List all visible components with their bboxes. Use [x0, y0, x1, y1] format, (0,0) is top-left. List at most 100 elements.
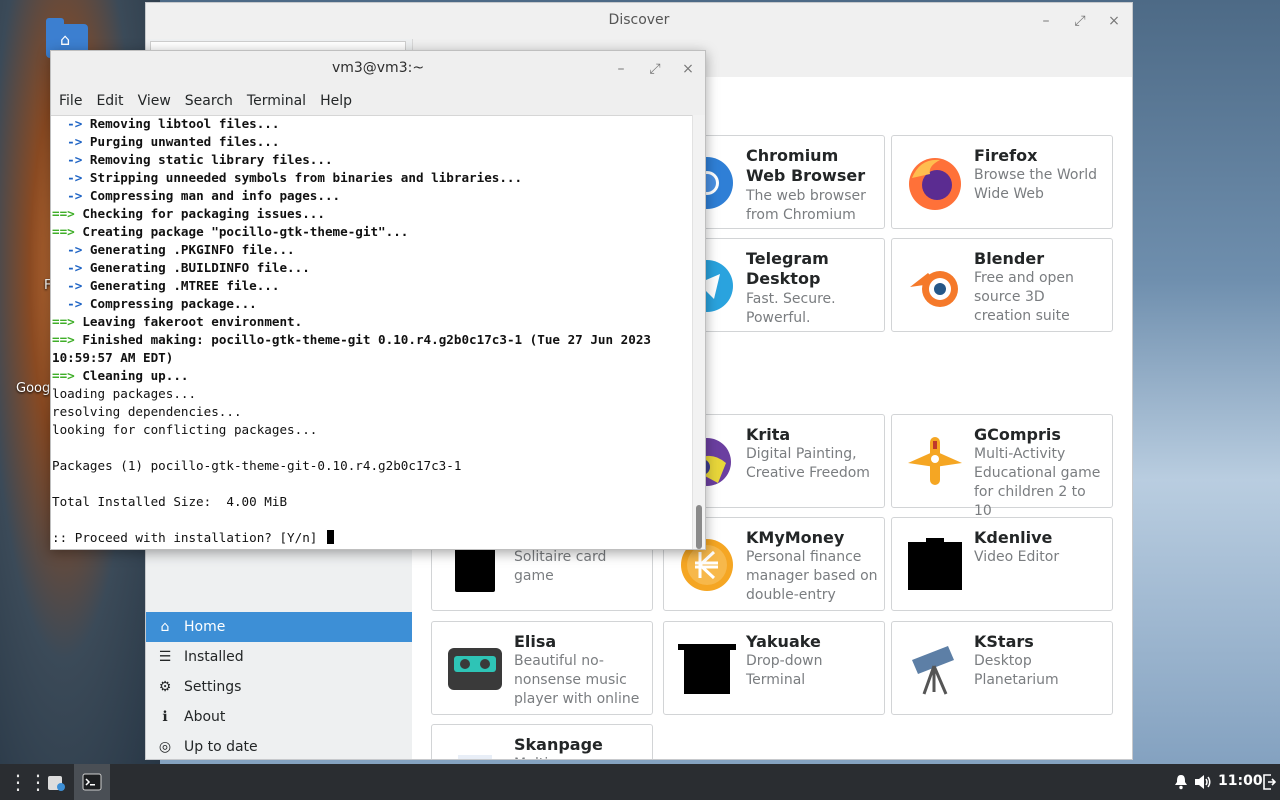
terminal-text: 10:59:57 AM EDT) [52, 350, 174, 365]
terminal-prefix: -> [52, 278, 90, 293]
sidebar-item-up-to-date[interactable]: ◎ Up to date [146, 732, 412, 759]
terminal-text: Leaving fakeroot environment. [82, 314, 303, 329]
terminal-prefix: -> [52, 188, 90, 203]
terminal-titlebar[interactable]: vm3@vm3:~ – ⤢ × [51, 51, 705, 87]
elisa-icon [446, 640, 504, 698]
discover-task-icon[interactable] [38, 764, 74, 800]
skanpage-icon [446, 743, 504, 759]
terminal-prefix: -> [52, 134, 90, 149]
menu-edit[interactable]: Edit [96, 93, 123, 109]
terminal-prefix: -> [52, 152, 90, 167]
app-card-elisa[interactable]: Elisa Beautiful no-nonsense music player … [431, 621, 653, 715]
terminal-prefix: -> [52, 242, 90, 257]
yakuake-icon [678, 640, 736, 698]
terminal-text: Generating .MTREE file... [89, 278, 280, 293]
app-grid-icon[interactable]: ⋮⋮⋮ [0, 764, 48, 800]
terminal-line: ==> Leaving fakeroot environment. [51, 313, 693, 331]
maximize-button[interactable]: ⤢ [1070, 11, 1090, 31]
terminal-text: Purging unwanted files... [89, 134, 280, 149]
app-name: Elisa [514, 632, 557, 651]
app-name: KMyMoney [746, 528, 845, 547]
menu-help[interactable]: Help [320, 93, 352, 109]
close-button[interactable]: × [678, 59, 698, 79]
terminal-menubar: File Edit View Search Terminal Help [51, 87, 705, 116]
terminal-line: -> Compressing man and info pages... [51, 187, 693, 205]
maximize-button[interactable]: ⤢ [645, 59, 665, 79]
text-cursor [326, 530, 334, 544]
terminal-task-icon[interactable] [74, 764, 110, 800]
menu-view[interactable]: View [138, 93, 171, 109]
terminal-line: ==> Checking for packaging issues... [51, 205, 693, 223]
terminal-line: loading packages... [51, 385, 693, 403]
terminal-line: ==> Finished making: pocillo-gtk-theme-g… [51, 331, 693, 349]
app-card-blender[interactable]: Blender Free and open source 3D creation … [891, 238, 1113, 332]
menu-search[interactable]: Search [185, 93, 233, 109]
terminal-prefix: ==> [52, 332, 83, 347]
gcompris-icon [906, 433, 964, 491]
app-description: The web browser from Chromium [746, 188, 866, 223]
bell-icon[interactable] [1170, 764, 1192, 800]
app-card-kstars[interactable]: KStars Desktop Planetarium [891, 621, 1113, 715]
close-button[interactable]: × [1104, 11, 1124, 31]
app-card-gcompris[interactable]: GCompris Multi-Activity Educational game … [891, 414, 1113, 519]
sidebar-item-home[interactable]: ⌂ Home [146, 612, 412, 642]
minimize-button[interactable]: – [611, 59, 631, 79]
app-name: Blender [974, 249, 1045, 268]
clock[interactable]: 11:00 [1218, 773, 1263, 789]
sidebar-item-installed[interactable]: ☰ Installed [146, 642, 412, 672]
taskbar: ⋮⋮⋮ 11:00 [0, 764, 1280, 800]
sidebar-item-label: Home [184, 619, 226, 635]
terminal-output[interactable]: -> Removing libtool files... -> Purging … [51, 115, 693, 549]
gear-icon: ⚙ [158, 679, 172, 695]
terminal-line: 10:59:57 AM EDT) [51, 349, 693, 367]
terminal-prefix: ==> [52, 368, 83, 383]
app-description: Drop-down Terminal [746, 653, 823, 688]
logout-icon[interactable] [1258, 764, 1280, 800]
terminal-text: Generating .PKGINFO file... [89, 242, 295, 257]
app-description: Browse the World Wide Web [974, 167, 1097, 202]
terminal-line: -> Purging unwanted files... [51, 133, 693, 151]
terminal-text: Removing libtool files... [89, 116, 280, 131]
terminal-prefix: ==> [52, 224, 83, 239]
terminal-text: Compressing package... [89, 296, 257, 311]
terminal-window: vm3@vm3:~ – ⤢ × File Edit View Search Te… [50, 50, 706, 550]
desktop-label[interactable]: Goog [16, 381, 50, 396]
terminal-prefix: -> [52, 170, 90, 185]
app-card-skanpage[interactable]: SkanpageMulti... [431, 724, 653, 759]
app-description: Digital Painting, Creative Freedom [746, 446, 870, 481]
terminal-line: Total Installed Size: 4.00 MiB [51, 493, 693, 511]
firefox-icon [906, 154, 964, 212]
terminal-prefix: -> [52, 116, 90, 131]
app-description: Free and open source 3D creation suite [974, 270, 1074, 324]
sidebar-item-label: Settings [184, 679, 242, 695]
terminal-scrollbar[interactable] [692, 115, 705, 549]
sidebar-item-about[interactable]: ℹ About [146, 702, 412, 732]
app-card-kdenlive[interactable]: Kdenlive Video Editor [891, 517, 1113, 611]
minimize-button[interactable]: – [1036, 11, 1056, 31]
scrollbar-thumb[interactable] [696, 505, 702, 549]
terminal-line: -> Generating .BUILDINFO file... [51, 259, 693, 277]
terminal-line: :: Proceed with installation? [Y/n] [51, 529, 693, 547]
menu-terminal[interactable]: Terminal [247, 93, 306, 109]
terminal-line: looking for conflicting packages... [51, 421, 693, 439]
sidebar-item-label: Installed [184, 649, 244, 665]
app-card-firefox[interactable]: Firefox Browse the World Wide Web [891, 135, 1113, 229]
home-icon: ⌂ [160, 619, 170, 635]
volume-icon[interactable] [1192, 764, 1214, 800]
terminal-text: Finished making: pocillo-gtk-theme-git 0… [82, 332, 651, 347]
sidebar-item-label: About [184, 709, 226, 725]
app-name: KStars [974, 632, 1034, 651]
discover-titlebar[interactable]: Discover – ⤢ × [146, 3, 1132, 40]
update-icon: ◎ [158, 739, 172, 755]
terminal-line: ==> Cleaning up... [51, 367, 693, 385]
app-card-yakuake[interactable]: Yakuake Drop-down Terminal [663, 621, 885, 715]
app-description: Personal finance manager based on double… [746, 549, 878, 603]
sidebar-item-label: Up to date [184, 739, 258, 755]
sidebar-item-settings[interactable]: ⚙ Settings [146, 672, 412, 702]
menu-file[interactable]: File [59, 93, 82, 109]
terminal-text: Total Installed Size: 4.00 MiB [52, 494, 288, 509]
app-description: Multi... [514, 755, 646, 759]
